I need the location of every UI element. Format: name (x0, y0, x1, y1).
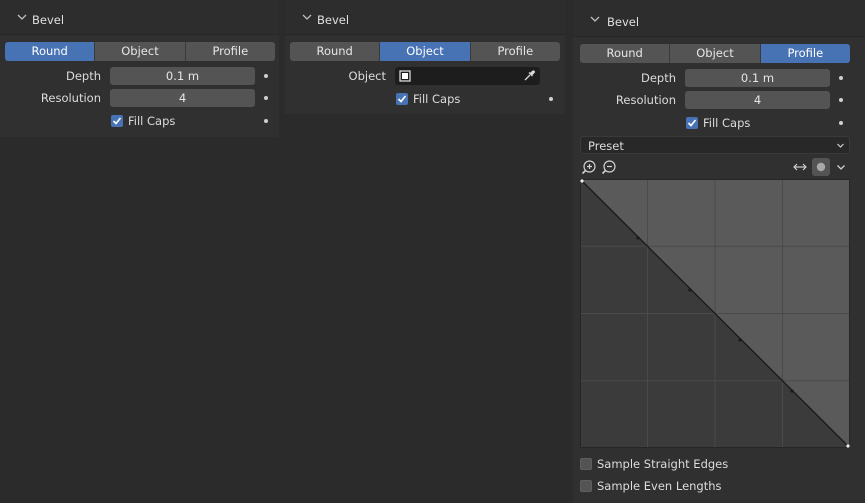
chevron-down-icon[interactable] (589, 13, 601, 25)
fill-caps-checkbox[interactable]: Fill Caps (111, 114, 175, 128)
depth-label: Depth (65, 69, 101, 83)
checkbox-checked-icon[interactable] (111, 115, 123, 127)
tab-object[interactable]: Object (95, 42, 186, 61)
panel-header[interactable]: Bevel (573, 0, 865, 37)
tab-round[interactable]: Round (290, 42, 381, 61)
fill-caps-label: Fill Caps (128, 114, 176, 128)
keyframe-dot-icon[interactable] (264, 96, 268, 100)
tab-object[interactable]: Object (670, 44, 761, 63)
tab-profile[interactable]: Profile (470, 42, 560, 61)
bevel-mode-selector: Round Object Profile (580, 44, 850, 63)
bevel-mode-selector: Round Object Profile (5, 42, 275, 61)
fill-caps-checkbox[interactable]: Fill Caps (396, 92, 460, 106)
tab-profile[interactable]: Profile (185, 42, 275, 61)
tab-round[interactable]: Round (580, 44, 671, 63)
object-icon (399, 70, 411, 82)
checkbox-checked-icon[interactable] (396, 93, 408, 105)
chevron-down-icon[interactable] (16, 11, 28, 23)
eyedropper-icon[interactable] (523, 69, 536, 82)
zoom-out-icon[interactable] (600, 158, 618, 176)
chevron-down-icon[interactable] (301, 11, 313, 23)
object-label: Object (348, 69, 386, 83)
depth-label: Depth (640, 71, 676, 85)
sample-even-lengths-label: Sample Even Lengths (597, 479, 722, 493)
reverse-arrows-icon[interactable] (791, 158, 809, 176)
keyframe-dot-icon[interactable] (264, 119, 268, 123)
fill-caps-label: Fill Caps (703, 116, 751, 130)
keyframe-dot-icon[interactable] (839, 121, 843, 125)
checkbox-unchecked-icon[interactable] (580, 480, 592, 492)
panel-header[interactable]: Bevel (0, 0, 279, 35)
tab-profile[interactable]: Profile (760, 44, 850, 63)
checkbox-checked-icon[interactable] (686, 117, 698, 129)
resolution-field[interactable]: 4 (110, 89, 255, 107)
panel-header[interactable]: Bevel (285, 0, 565, 35)
resolution-field[interactable]: 4 (685, 91, 830, 109)
sample-straight-edges-label: Sample Straight Edges (597, 457, 729, 471)
depth-field[interactable]: 0.1 m (685, 69, 830, 87)
checkbox-unchecked-icon[interactable] (580, 458, 592, 470)
clip-dot-icon (816, 162, 826, 172)
clip-toggle-button[interactable] (812, 158, 830, 176)
keyframe-dot-icon[interactable] (264, 74, 268, 78)
bevel-mode-selector: Round Object Profile (290, 42, 560, 61)
fill-caps-checkbox[interactable]: Fill Caps (686, 116, 750, 130)
tab-round[interactable]: Round (5, 42, 96, 61)
panel-title: Bevel (32, 13, 65, 27)
preset-label: Preset (588, 139, 624, 153)
panel-title: Bevel (317, 13, 350, 27)
chevron-down-icon (837, 143, 844, 148)
chevron-down-icon[interactable] (832, 158, 850, 176)
tab-object[interactable]: Object (380, 42, 471, 61)
sample-even-lengths-checkbox[interactable]: Sample Even Lengths (580, 479, 722, 493)
depth-field[interactable]: 0.1 m (110, 67, 255, 85)
fill-caps-label: Fill Caps (413, 92, 461, 106)
sample-straight-edges-checkbox[interactable]: Sample Straight Edges (580, 457, 728, 471)
keyframe-dot-icon[interactable] (839, 76, 843, 80)
keyframe-dot-icon[interactable] (839, 98, 843, 102)
resolution-label: Resolution (615, 93, 676, 107)
profile-curve-graph[interactable] (580, 179, 850, 448)
panel-title: Bevel (607, 15, 640, 29)
zoom-in-icon[interactable] (580, 158, 598, 176)
object-field[interactable] (395, 67, 540, 85)
resolution-label: Resolution (40, 91, 101, 105)
preset-dropdown[interactable]: Preset (580, 136, 850, 154)
keyframe-dot-icon[interactable] (549, 97, 553, 101)
